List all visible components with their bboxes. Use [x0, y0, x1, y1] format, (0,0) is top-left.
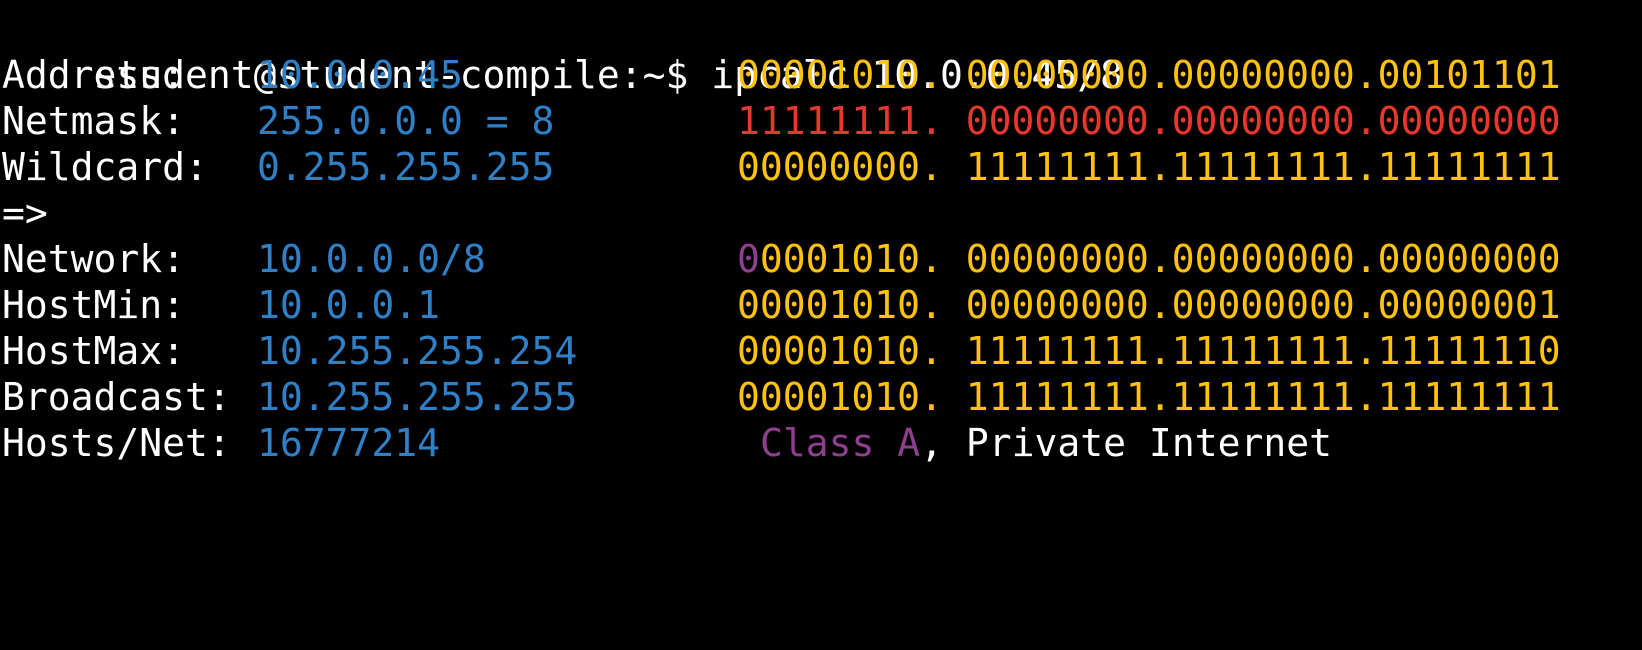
- address-label: Address:: [2, 53, 186, 97]
- network-row: Network: 10.0.0.0/8 00001010. 00000000.0…: [2, 236, 1561, 282]
- broadcast-row: Broadcast: 10.255.255.255 00001010. 1111…: [2, 374, 1561, 420]
- netmask-bits-host: 00000000.00000000.00000000: [942, 99, 1561, 143]
- hostmin-bits: 00001010. 00000000.00000000.00000001: [737, 282, 1561, 328]
- address-bits-host: 00000000.00000000.00101101: [942, 53, 1561, 97]
- hostmin-row: HostMin: 10.0.0.1 00001010. 00000000.000…: [2, 282, 1561, 328]
- address-bits: 00001010. 00000000.00000000.00101101: [737, 52, 1561, 98]
- netmask-label: Netmask:: [2, 99, 186, 143]
- broadcast-bits: 00001010. 11111111.11111111.11111111: [737, 374, 1561, 420]
- network-bits-network: 0001010.: [759, 237, 943, 281]
- hostmin-value: 10.0.0.1: [257, 283, 441, 327]
- netmask-bits: 11111111. 00000000.00000000.00000000: [737, 98, 1561, 144]
- terminal-window[interactable]: student@student-compile:~$ ipcalc 10.0.0…: [0, 0, 1642, 492]
- wildcard-label: Wildcard:: [2, 145, 208, 189]
- arrow-row: =>: [2, 190, 94, 236]
- result-arrow: =>: [2, 191, 48, 235]
- broadcast-bits-host: 11111111.11111111.11111111: [942, 375, 1561, 419]
- hostmax-bits-host: 11111111.11111111.11111110: [942, 329, 1561, 373]
- broadcast-label: Broadcast:: [2, 375, 231, 419]
- wildcard-row: Wildcard: 0.255.255.255 00000000. 111111…: [2, 144, 1561, 190]
- hostmax-row: HostMax: 10.255.255.254 00001010. 111111…: [2, 328, 1561, 374]
- address-value: 10.0.0.45: [257, 53, 463, 97]
- network-bits-host: 00000000.00000000.00000000: [942, 237, 1561, 281]
- hostmin-bits-host: 00000000.00000000.00000001: [942, 283, 1561, 327]
- address-bits-network: 00001010.: [737, 53, 943, 97]
- wildcard-bits: 00000000. 11111111.11111111.11111111: [737, 144, 1561, 190]
- hosts-row: Hosts/Net: 16777214 Class A, Private Int…: [2, 420, 1332, 466]
- hostmin-label: HostMin:: [2, 283, 186, 327]
- network-value: 10.0.0.0/8: [257, 237, 486, 281]
- network-bits: 00001010. 00000000.00000000.00000000: [737, 236, 1561, 282]
- hosts-value: 16777214: [257, 421, 441, 465]
- wildcard-bits-host: 11111111.11111111.11111111: [942, 145, 1561, 189]
- hostmin-bits-network: 00001010.: [737, 283, 943, 327]
- hosts-label: Hosts/Net:: [2, 421, 231, 465]
- hostmax-bits: 00001010. 11111111.11111111.11111110: [737, 328, 1561, 374]
- hostmax-label: HostMax:: [2, 329, 186, 373]
- netmask-value: 255.0.0.0 = 8: [257, 99, 555, 143]
- network-bits-class: 0: [737, 237, 760, 281]
- wildcard-bits-network: 00000000.: [737, 145, 943, 189]
- class-info: Class A, Private Internet: [760, 420, 1332, 466]
- netmask-row: Netmask: 255.0.0.0 = 8 11111111. 0000000…: [2, 98, 1561, 144]
- broadcast-bits-network: 00001010.: [737, 375, 943, 419]
- address-row: Address: 10.0.0.45 00001010. 00000000.00…: [2, 52, 1561, 98]
- network-type-note: , Private Internet: [920, 421, 1332, 465]
- hostmax-bits-network: 00001010.: [737, 329, 943, 373]
- netmask-bits-network: 11111111.: [737, 99, 943, 143]
- network-class: Class A: [760, 421, 921, 465]
- command-line: student@student-compile:~$ ipcalc 10.0.0…: [2, 6, 1124, 97]
- hostmax-value: 10.255.255.254: [257, 329, 578, 373]
- network-label: Network:: [2, 237, 186, 281]
- wildcard-value: 0.255.255.255: [257, 145, 555, 189]
- broadcast-value: 10.255.255.255: [257, 375, 578, 419]
